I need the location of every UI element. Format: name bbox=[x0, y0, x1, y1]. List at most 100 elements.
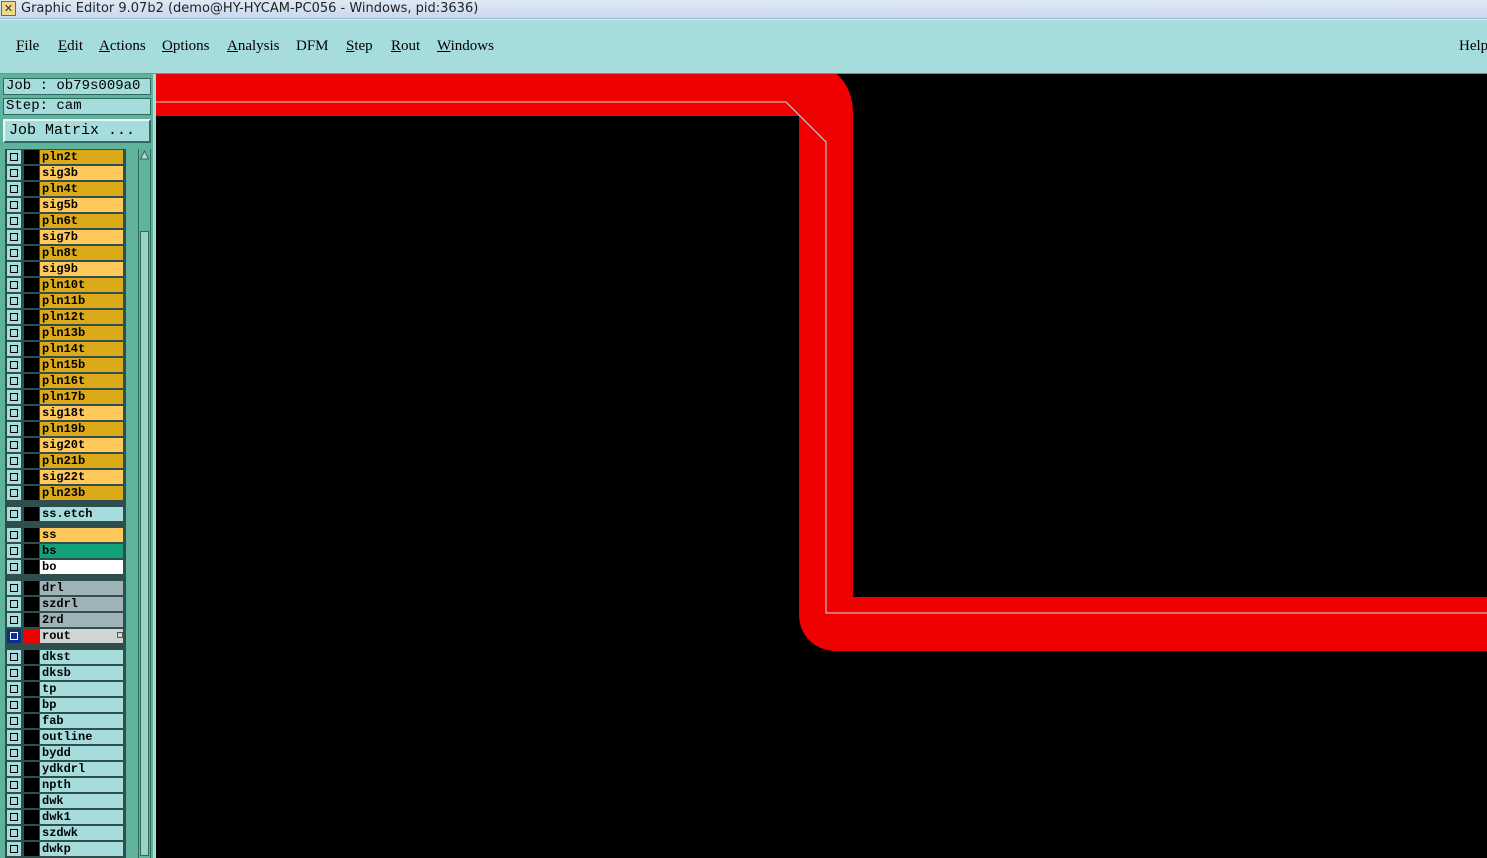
layer-name[interactable]: ss bbox=[40, 528, 123, 542]
layer-color-swatch[interactable] bbox=[24, 150, 39, 164]
layer-color-swatch[interactable] bbox=[24, 294, 39, 308]
layer-row-pln10t[interactable]: pln10t bbox=[5, 277, 126, 293]
layer-color-swatch[interactable] bbox=[24, 278, 39, 292]
menu-edit[interactable]: Edit bbox=[58, 38, 83, 55]
layer-checkbox[interactable] bbox=[7, 730, 21, 744]
layer-color-swatch[interactable] bbox=[24, 842, 39, 856]
layer-color-swatch[interactable] bbox=[24, 810, 39, 824]
layer-name[interactable]: pln23b bbox=[40, 486, 123, 500]
layer-color-swatch[interactable] bbox=[24, 438, 39, 452]
layer-color-swatch[interactable] bbox=[24, 698, 39, 712]
layer-options-icon[interactable] bbox=[117, 632, 123, 638]
layer-name[interactable]: ydkdrl bbox=[40, 762, 123, 776]
layer-color-swatch[interactable] bbox=[24, 730, 39, 744]
layer-checkbox[interactable] bbox=[7, 294, 21, 308]
menu-file[interactable]: File bbox=[16, 38, 39, 55]
layer-color-swatch[interactable] bbox=[24, 182, 39, 196]
layer-color-swatch[interactable] bbox=[24, 406, 39, 420]
layer-row-dwk1[interactable]: dwk1 bbox=[5, 809, 126, 825]
layer-color-swatch[interactable] bbox=[24, 326, 39, 340]
layer-checkbox[interactable] bbox=[7, 629, 21, 643]
layer-row-pln16t[interactable]: pln16t bbox=[5, 373, 126, 389]
menu-options[interactable]: Options bbox=[162, 38, 210, 55]
layer-color-swatch[interactable] bbox=[24, 230, 39, 244]
layer-color-swatch[interactable] bbox=[24, 682, 39, 696]
layer-row-sig7b[interactable]: sig7b bbox=[5, 229, 126, 245]
layer-color-swatch[interactable] bbox=[24, 629, 39, 643]
layer-name[interactable]: dkst bbox=[40, 650, 123, 664]
job-matrix-button[interactable]: Job Matrix ... bbox=[3, 119, 151, 143]
layer-color-swatch[interactable] bbox=[24, 778, 39, 792]
layer-name[interactable]: bp bbox=[40, 698, 123, 712]
layer-row-pln6t[interactable]: pln6t bbox=[5, 213, 126, 229]
layer-row-pln11b[interactable]: pln11b bbox=[5, 293, 126, 309]
layer-row-npth[interactable]: npth bbox=[5, 777, 126, 793]
layer-color-swatch[interactable] bbox=[24, 794, 39, 808]
layer-color-swatch[interactable] bbox=[24, 470, 39, 484]
layer-checkbox[interactable] bbox=[7, 214, 21, 228]
layer-color-swatch[interactable] bbox=[24, 826, 39, 840]
layer-name[interactable]: dwkp bbox=[40, 842, 123, 856]
layer-color-swatch[interactable] bbox=[24, 528, 39, 542]
layer-name[interactable]: bydd bbox=[40, 746, 123, 760]
layer-row-outline[interactable]: outline bbox=[5, 729, 126, 745]
layer-name[interactable]: bs bbox=[40, 544, 123, 558]
menu-step[interactable]: Step bbox=[346, 38, 373, 55]
layer-checkbox[interactable] bbox=[7, 150, 21, 164]
scrollbar-thumb[interactable] bbox=[140, 231, 149, 856]
layer-checkbox[interactable] bbox=[7, 714, 21, 728]
layer-checkbox[interactable] bbox=[7, 438, 21, 452]
layer-row-dkst[interactable]: dkst bbox=[5, 649, 126, 665]
layer-row-bs[interactable]: bs bbox=[5, 543, 126, 559]
layer-name[interactable]: pln6t bbox=[40, 214, 123, 228]
layer-name[interactable]: npth bbox=[40, 778, 123, 792]
layer-checkbox[interactable] bbox=[7, 544, 21, 558]
layer-checkbox[interactable] bbox=[7, 310, 21, 324]
layer-row-bp[interactable]: bp bbox=[5, 697, 126, 713]
menu-dfm[interactable]: DFM bbox=[296, 38, 329, 55]
layer-row-ss-etch[interactable]: ss.etch bbox=[5, 506, 126, 522]
layer-name[interactable]: sig18t bbox=[40, 406, 123, 420]
layer-checkbox[interactable] bbox=[7, 682, 21, 696]
layer-name[interactable]: dksb bbox=[40, 666, 123, 680]
layer-color-swatch[interactable] bbox=[24, 544, 39, 558]
layer-color-swatch[interactable] bbox=[24, 358, 39, 372]
layer-name[interactable]: pln13b bbox=[40, 326, 123, 340]
layer-row-ydkdrl[interactable]: ydkdrl bbox=[5, 761, 126, 777]
layer-name[interactable]: bo bbox=[40, 560, 123, 574]
layer-name[interactable]: pln4t bbox=[40, 182, 123, 196]
menu-windows[interactable]: Windows bbox=[437, 38, 494, 55]
layer-checkbox[interactable] bbox=[7, 746, 21, 760]
layer-checkbox[interactable] bbox=[7, 698, 21, 712]
layer-checkbox[interactable] bbox=[7, 454, 21, 468]
layer-row-sig20t[interactable]: sig20t bbox=[5, 437, 126, 453]
layer-row-pln17b[interactable]: pln17b bbox=[5, 389, 126, 405]
layer-row-ss[interactable]: ss bbox=[5, 527, 126, 543]
layer-color-swatch[interactable] bbox=[24, 374, 39, 388]
layer-color-swatch[interactable] bbox=[24, 746, 39, 760]
layer-checkbox[interactable] bbox=[7, 826, 21, 840]
layer-checkbox[interactable] bbox=[7, 390, 21, 404]
layer-name[interactable]: pln17b bbox=[40, 390, 123, 404]
layer-name[interactable]: drl bbox=[40, 581, 123, 595]
layer-row-szdrl[interactable]: szdrl bbox=[5, 596, 126, 612]
layer-color-swatch[interactable] bbox=[24, 390, 39, 404]
layer-name[interactable]: pln2t bbox=[40, 150, 123, 164]
layer-color-swatch[interactable] bbox=[24, 246, 39, 260]
layer-name[interactable]: pln15b bbox=[40, 358, 123, 372]
layer-checkbox[interactable] bbox=[7, 422, 21, 436]
layer-name[interactable]: dwk bbox=[40, 794, 123, 808]
layer-color-swatch[interactable] bbox=[24, 650, 39, 664]
layer-checkbox[interactable] bbox=[7, 650, 21, 664]
layer-row-pln13b[interactable]: pln13b bbox=[5, 325, 126, 341]
layer-row-2rd[interactable]: 2rd bbox=[5, 612, 126, 628]
layer-name[interactable]: szdrl bbox=[40, 597, 123, 611]
layer-checkbox[interactable] bbox=[7, 198, 21, 212]
layer-checkbox[interactable] bbox=[7, 507, 21, 521]
layer-name[interactable]: pln12t bbox=[40, 310, 123, 324]
layer-color-swatch[interactable] bbox=[24, 560, 39, 574]
layer-checkbox[interactable] bbox=[7, 246, 21, 260]
layer-name[interactable]: fab bbox=[40, 714, 123, 728]
layer-row-sig5b[interactable]: sig5b bbox=[5, 197, 126, 213]
menu-analysis[interactable]: Analysis bbox=[227, 38, 280, 55]
